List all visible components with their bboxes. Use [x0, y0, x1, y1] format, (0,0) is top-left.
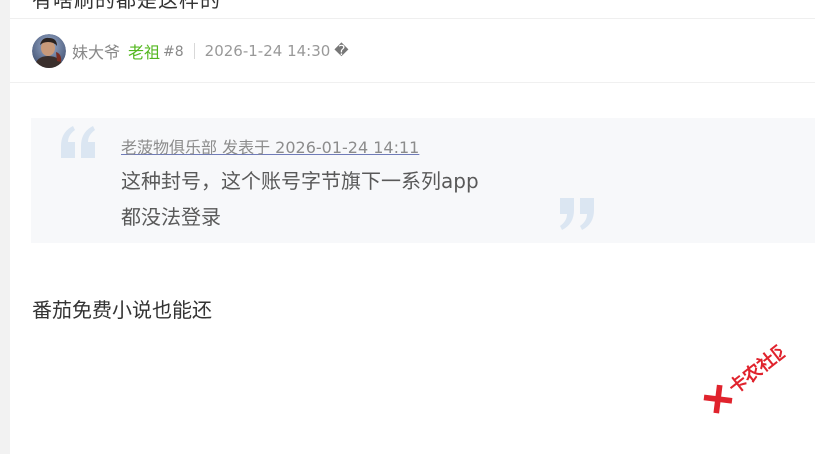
divider: [10, 18, 815, 19]
post-body-text: 番茄免费小说也能还: [32, 298, 212, 322]
author-rank-badge: 老祖: [128, 43, 161, 62]
author-name[interactable]: 妹大爷: [72, 39, 120, 63]
avatar[interactable]: [32, 34, 66, 68]
post-header: 妹大爷 老祖 #8 2026-1-24 14:30 �: [32, 33, 349, 69]
svg-text:卡农社区: 卡农社区: [724, 339, 789, 399]
previous-post-text: 有啥刷的都是这样的: [32, 0, 221, 12]
forum-post-page: 有啥刷的都是这样的 妹大爷 老祖 #8 2026-1-24 14:30 � 老菠…: [0, 0, 815, 454]
quote-text-line: 都没法登录: [121, 205, 221, 229]
avatar-image: [32, 34, 66, 68]
floor-number[interactable]: #8: [163, 44, 184, 60]
close-quote-icon: [558, 194, 598, 238]
header-divider: [10, 82, 815, 83]
post-timestamp: 2026-1-24 14:30: [204, 42, 331, 60]
left-gutter: [0, 0, 10, 454]
site-watermark-logo: 卡农社区: [697, 339, 790, 420]
quote-block: 老菠物俱乐部 发表于 2026-01-24 14:11 这种封号，这个账号字节旗…: [31, 118, 815, 243]
quote-source-link[interactable]: 老菠物俱乐部 发表于 2026-01-24 14:11: [121, 134, 419, 158]
quote-text-line: 这种封号，这个账号字节旗下一系列app: [121, 169, 479, 193]
kanong-logo-icon: 卡农社区: [703, 339, 790, 414]
open-quote-icon: [59, 120, 99, 164]
header-separator: [193, 43, 195, 59]
replacement-glyph-icon: �: [334, 43, 349, 59]
